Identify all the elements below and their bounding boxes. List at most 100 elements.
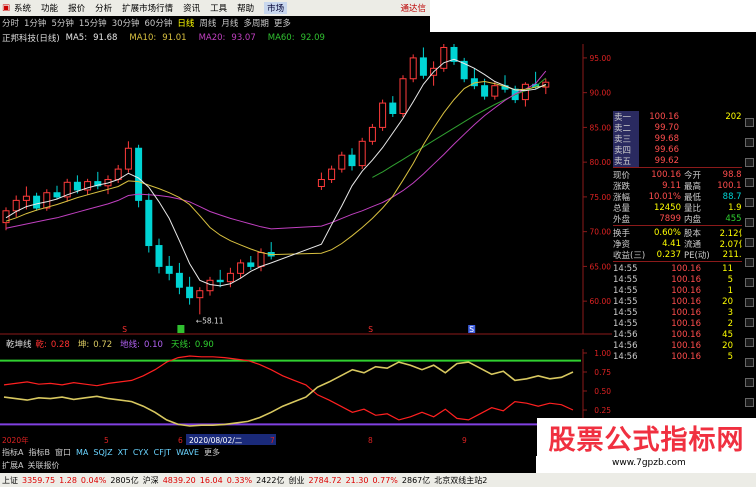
menu-function[interactable]: 功能 — [41, 2, 58, 14]
menu-tools[interactable]: 工具 — [210, 2, 227, 14]
period-1min[interactable]: 1分钟 — [24, 17, 46, 29]
stat-row: 现价 100.16 今开 98.81 — [613, 169, 747, 181]
period-intraday[interactable]: 分时 — [2, 17, 19, 29]
candle — [135, 144, 143, 208]
status-item: 2805亿 — [110, 475, 139, 485]
stat-label: 收益(三) — [613, 250, 646, 261]
date-axis-month: 9 — [462, 436, 467, 445]
trade-time: 14:56 — [613, 351, 638, 362]
trade-price: 100.16 — [671, 307, 701, 318]
period-5min[interactable]: 5分钟 — [51, 17, 73, 29]
tab-more[interactable]: 更多 — [204, 447, 220, 458]
tab-wave[interactable]: WAVE — [176, 448, 199, 457]
trade-volume: 45 — [722, 329, 733, 340]
side-icon[interactable] — [744, 258, 754, 267]
period-15min[interactable]: 15分钟 — [79, 17, 107, 29]
ma-legend: 正邦科技(日线) MA5: 91.68 MA10: 91.01 MA20: 93.07… — [2, 32, 337, 44]
sell-order-row[interactable]: 卖三99.683 — [613, 132, 747, 145]
trade-price: 100.16 — [671, 296, 701, 307]
side-icon[interactable] — [744, 218, 754, 227]
oscillator-chart[interactable]: 1.00 0.75 0.50 0.25 — [0, 349, 612, 433]
side-icon[interactable] — [744, 298, 754, 307]
side-icon[interactable] — [744, 398, 754, 407]
trade-row: 14:56100.1645S — [613, 329, 747, 340]
low-price-marker: ←58.11 — [196, 316, 224, 325]
tab-cfjt[interactable]: CFJT — [154, 448, 171, 457]
side-icon[interactable] — [744, 138, 754, 147]
ma10-value: MA10: 91.01 — [129, 33, 187, 43]
menu-help[interactable]: 帮助 — [237, 2, 254, 14]
period-30min[interactable]: 30分钟 — [112, 17, 140, 29]
side-icon[interactable] — [744, 198, 754, 207]
period-daily[interactable]: 日线 — [177, 17, 194, 29]
trade-price: 100.16 — [671, 285, 701, 296]
side-icon[interactable] — [744, 178, 754, 187]
tab-cyx[interactable]: CYX — [133, 448, 149, 457]
menu-quote[interactable]: 报价 — [68, 2, 85, 14]
osc-tick-label: 1.00 — [594, 349, 611, 358]
candle — [409, 54, 417, 83]
trade-price: 100.16 — [671, 340, 701, 351]
trade-price: 100.16 — [671, 263, 701, 274]
sell-order-row[interactable]: 卖五 99.625 — [613, 154, 747, 167]
side-icon[interactable] — [744, 378, 754, 387]
candle — [399, 75, 407, 117]
ma20-value: MA20: 93.07 — [198, 33, 256, 43]
status-item: 创业 — [288, 475, 305, 485]
tab-window[interactable]: 窗口 — [55, 447, 71, 458]
buy-signal-marker — [177, 325, 185, 333]
period-60min[interactable]: 60分钟 — [145, 17, 173, 29]
tab-indicator-b[interactable]: 指标B — [28, 447, 50, 458]
stat-row: 净资 4.41 流通 2.07亿 — [613, 238, 747, 250]
candle — [440, 44, 448, 72]
sell-price: 99.70 — [654, 122, 679, 133]
stat-value: 100.16 — [717, 180, 747, 191]
sell-order-row[interactable]: 卖二99.701 — [613, 121, 747, 134]
tab-ma[interactable]: MA — [76, 448, 88, 457]
period-multi[interactable]: 多周期 — [243, 17, 269, 29]
period-weekly[interactable]: 周线 — [199, 17, 216, 29]
sell-price: 99.66 — [654, 144, 679, 155]
osc-qian: 乾: 0.28 — [35, 339, 70, 350]
side-icon[interactable] — [744, 338, 754, 347]
kline-chart[interactable]: 95.00 90.00 85.00 80.00 75.00 70.00 65.00 60.00… — [0, 44, 612, 336]
trade-price: 100.16 — [671, 274, 701, 285]
status-item: 16.04 — [199, 475, 223, 485]
stat-value: 88.76 — [722, 191, 747, 202]
trade-price: 100.16 — [671, 329, 701, 340]
osc-kun: 坤: 0.72 — [77, 339, 113, 350]
date-cursor-label: 2020/08/02/二 — [189, 436, 243, 445]
tab-indicator-a[interactable]: 指标A — [2, 447, 23, 458]
sell-order-row[interactable]: 卖一 100.16 2020 — [613, 110, 747, 123]
stat-row: 涨幅 10.01% 最低 88.76 — [613, 191, 747, 203]
candle — [145, 193, 153, 253]
side-icon[interactable] — [744, 118, 754, 127]
side-icon[interactable] — [744, 278, 754, 287]
tab-related-quote[interactable]: 关联报价 — [27, 460, 59, 471]
side-icon[interactable] — [744, 158, 754, 167]
period-more[interactable]: 更多 — [274, 17, 291, 29]
tab-sqjz[interactable]: SQJZ — [93, 448, 112, 457]
date-axis-month: 5 — [104, 436, 109, 445]
sell-volume: 1 — [679, 145, 747, 155]
period-monthly[interactable]: 月线 — [221, 17, 238, 29]
sell-volume: 5 — [679, 156, 747, 166]
menu-system[interactable]: 系统 — [14, 2, 31, 14]
menu-analysis[interactable]: 分析 — [95, 2, 112, 14]
menu-news[interactable]: 资讯 — [183, 2, 200, 14]
market-button[interactable]: 市场 — [264, 2, 288, 14]
quote-stats-2: 换手 0.60% 股本 2.12亿 净资 4.41 流通 2.07亿 收益(三) 0.237 PE(… — [613, 225, 747, 261]
side-icon[interactable] — [744, 358, 754, 367]
side-icon[interactable] — [744, 318, 754, 327]
sell-order-row[interactable]: 卖四99.661 — [613, 143, 747, 156]
status-item: 0.77% — [372, 475, 398, 485]
status-item: 2422亿 — [256, 475, 285, 485]
chart-bg — [0, 44, 612, 336]
status-item: 4839.20 — [162, 475, 196, 485]
tab-extension-a[interactable]: 扩展A — [2, 460, 23, 471]
tab-xt[interactable]: XT — [118, 448, 128, 457]
extension-tabs: 扩展A 关联报价 — [0, 458, 536, 472]
stat-row: 收益(三) 0.237 PE(动) 211.3 — [613, 249, 747, 261]
side-icon[interactable] — [744, 238, 754, 247]
menu-ext-market[interactable]: 扩展市场行情 — [122, 2, 173, 14]
